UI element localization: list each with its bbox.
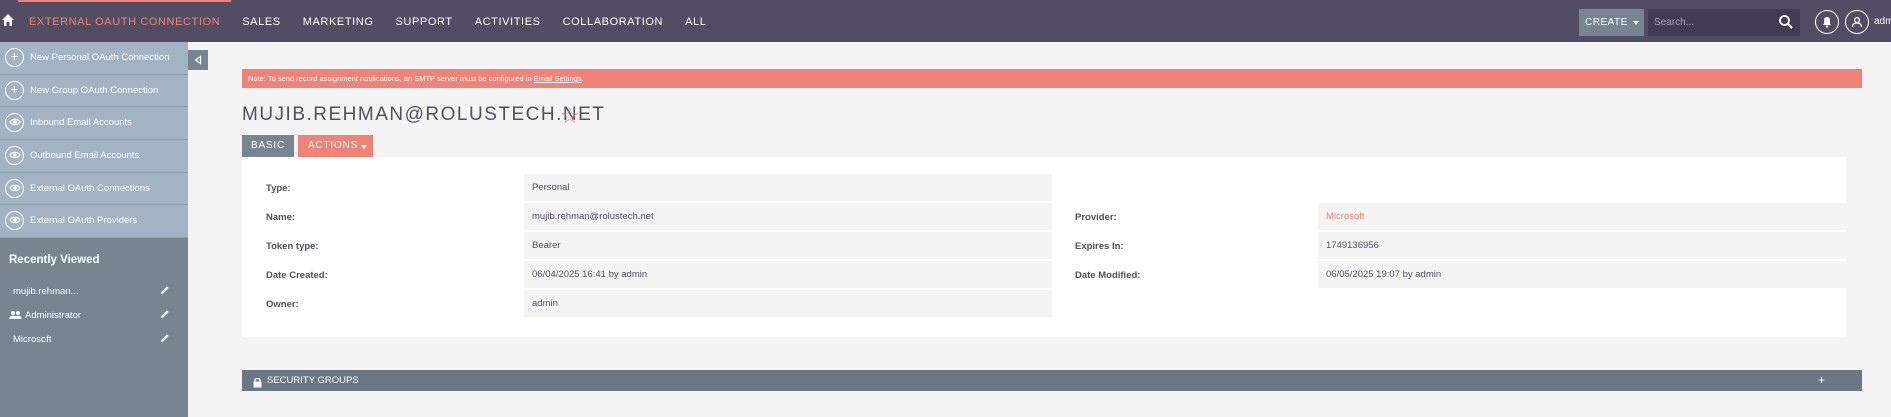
lock-icon [253, 375, 262, 388]
security-groups-subpanel-header[interactable]: SECURITY GROUPS + [242, 370, 1862, 391]
recently-viewed-title: Recently Viewed [9, 254, 100, 267]
date-created-label: Date Created: [266, 270, 328, 281]
nav-activities[interactable]: ACTIVITIES [464, 0, 552, 42]
search-input[interactable] [1648, 9, 1774, 36]
owner-label: Owner: [266, 299, 299, 310]
chevron-left-icon [194, 55, 202, 65]
recently-viewed-item[interactable]: Microsoft [0, 328, 188, 352]
pencil-icon[interactable] [160, 309, 170, 319]
token-type-value: Bearer [524, 232, 1052, 259]
favorite-star-icon[interactable]: ☆ [560, 104, 580, 128]
provider-value-link[interactable]: Microsoft [1318, 203, 1846, 230]
provider-label: Provider: [1075, 212, 1117, 223]
notice-suffix: . [581, 74, 584, 83]
sidebar-item-label: External OAuth Connections [30, 182, 150, 194]
actions-label: ACTIONS [308, 140, 359, 151]
nav-sales[interactable]: SALES [231, 0, 291, 42]
expand-plus-icon[interactable]: + [1818, 370, 1825, 391]
date-modified-value: 06/05/2025 19:07 by admin [1318, 261, 1846, 288]
sidebar-actions: + New Personal OAuth Connection + New Gr… [0, 42, 188, 239]
sidebar-item-label: Outbound Email Accounts [30, 150, 140, 162]
home-icon[interactable] [0, 13, 16, 29]
collapse-sidebar-button[interactable] [188, 50, 208, 70]
date-modified-label: Date Modified: [1075, 270, 1141, 281]
notifications-button[interactable] [1815, 10, 1839, 34]
eye-icon [5, 146, 24, 166]
search-icon[interactable] [1778, 14, 1794, 30]
create-label: CREATE [1585, 17, 1628, 28]
top-navigation-bar: EXTERNAL OAUTH CONNECTION SALES MARKETIN… [0, 0, 1891, 42]
sidebar-item-new-personal-oauth-connection[interactable]: + New Personal OAuth Connection [0, 42, 188, 75]
users-icon [9, 310, 22, 320]
nav-collaboration[interactable]: COLLABORATION [552, 0, 675, 42]
sidebar-item-label: Inbound Email Accounts [30, 117, 132, 129]
plus-icon: + [5, 48, 24, 67]
eye-icon [5, 113, 24, 133]
sidebar-item-outbound-email-accounts[interactable]: Outbound Email Accounts [0, 140, 188, 173]
expires-in-label: Expires In: [1075, 241, 1124, 252]
recently-viewed-label[interactable]: Administrator [25, 310, 81, 321]
nav-support[interactable]: SUPPORT [385, 0, 464, 42]
token-type-label: Token type: [266, 241, 319, 252]
name-label: Name: [266, 212, 296, 223]
recently-viewed-item[interactable]: mujib.rehman... [0, 280, 188, 304]
sidebar-item-external-oauth-providers[interactable]: External OAuth Providers [0, 205, 188, 239]
create-button[interactable]: CREATE [1579, 9, 1644, 36]
sidebar-item-label: New Group OAuth Connection [30, 84, 159, 96]
eye-icon [5, 178, 24, 198]
actions-dropdown[interactable]: ACTIONS [298, 135, 373, 157]
recently-viewed-item[interactable]: Administrator [0, 304, 188, 328]
sidebar-item-inbound-email-accounts[interactable]: Inbound Email Accounts [0, 107, 188, 141]
nav-all[interactable]: ALL [674, 0, 717, 42]
nav-external-oauth-connection[interactable]: EXTERNAL OAUTH CONNECTION [18, 0, 232, 42]
chevron-down-icon [1633, 21, 1639, 25]
email-settings-link[interactable]: Email Settings [534, 74, 582, 83]
smtp-notice-banner: Note: To send record assignment notifica… [242, 69, 1862, 88]
user-menu-button[interactable] [1845, 10, 1869, 34]
notice-text: Note: To send record assignment notifica… [248, 74, 534, 83]
page-title: MUJIB.REHMAN@ROLUSTECH.NET [242, 104, 606, 125]
type-value: Personal [524, 174, 1052, 201]
recently-viewed-label[interactable]: Microsoft [13, 334, 52, 345]
security-groups-label: SECURITY GROUPS [267, 375, 359, 386]
recently-viewed-label[interactable]: mujib.rehman... [13, 286, 78, 297]
date-created-value: 06/04/2025 16:41 by admin [524, 261, 1052, 288]
sidebar-item-label: New Personal OAuth Connection [30, 52, 170, 63]
search-box [1648, 9, 1800, 36]
pencil-icon[interactable] [160, 285, 170, 295]
bell-icon [1823, 17, 1831, 28]
main-nav: EXTERNAL OAUTH CONNECTION SALES MARKETIN… [18, 0, 717, 42]
eye-icon [5, 211, 24, 231]
pencil-icon[interactable] [160, 333, 170, 343]
sidebar: + New Personal OAuth Connection + New Gr… [0, 42, 188, 417]
sidebar-item-label: External OAuth Providers [30, 215, 138, 227]
name-value: mujib.rehman@rolustech.net [524, 203, 1052, 230]
nav-marketing[interactable]: MARKETING [292, 0, 385, 42]
owner-value: admin [524, 290, 1052, 317]
plus-icon: + [5, 80, 24, 100]
sidebar-item-external-oauth-connections[interactable]: External OAuth Connections [0, 173, 188, 206]
chevron-down-icon [361, 145, 367, 149]
user-icon [1851, 16, 1863, 28]
sidebar-item-new-group-oauth-connection[interactable]: + New Group OAuth Connection [0, 75, 188, 108]
tab-basic[interactable]: BASIC [242, 135, 294, 157]
user-name-label[interactable]: adm [1874, 16, 1891, 27]
detail-panel: Type: Personal Name: mujib.rehman@rolust… [242, 157, 1846, 337]
type-label: Type: [266, 183, 291, 194]
expires-in-value: 1749136956 [1318, 232, 1846, 259]
